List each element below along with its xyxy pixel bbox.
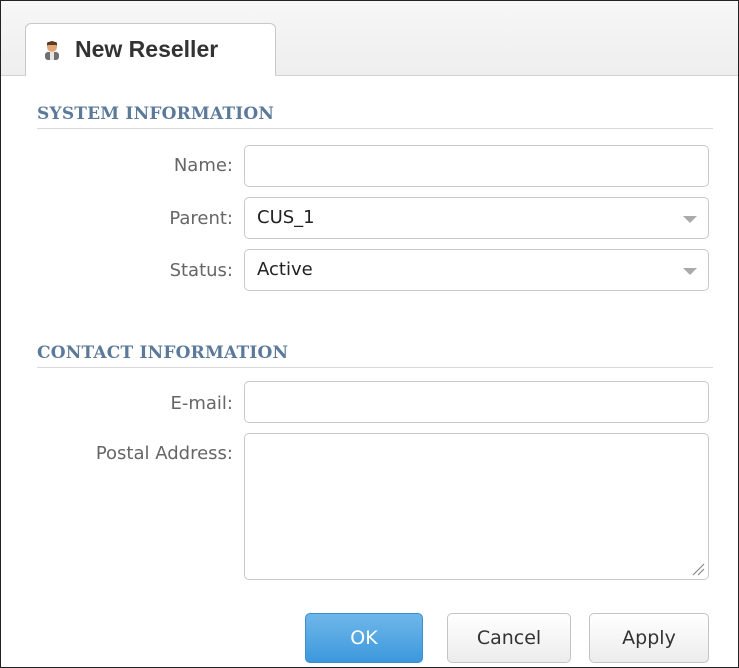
parent-value: CUS_1 <box>257 207 315 228</box>
chevron-down-icon[interactable] <box>683 268 697 275</box>
postal-address-label: Postal Address: <box>95 443 233 464</box>
email-label: E-mail: <box>170 393 234 414</box>
status-value: Active <box>257 259 313 280</box>
ok-button[interactable]: OK <box>305 613 423 663</box>
system-information-heading: SYSTEM INFORMATION <box>37 104 275 124</box>
apply-button[interactable]: Apply <box>589 613 709 663</box>
section-divider <box>37 128 713 129</box>
parent-select[interactable]: CUS_1 <box>244 197 709 239</box>
resize-grip-icon[interactable] <box>691 562 705 576</box>
name-input[interactable] <box>245 146 708 186</box>
name-label: Name: <box>173 155 233 176</box>
parent-label: Parent: <box>169 208 233 229</box>
chevron-down-icon[interactable] <box>683 216 697 223</box>
tab-new-reseller[interactable]: New Reseller <box>25 23 276 75</box>
status-label: Status: <box>169 260 233 281</box>
email-input[interactable] <box>245 382 708 422</box>
email-field[interactable] <box>244 381 709 423</box>
postal-address-textarea[interactable] <box>244 433 709 580</box>
section-divider <box>37 367 713 368</box>
name-field[interactable] <box>244 145 709 187</box>
new-reseller-dialog: New Reseller SYSTEM INFORMATION Name: Pa… <box>0 0 739 668</box>
status-select[interactable]: Active <box>244 249 709 291</box>
tab-title: New Reseller <box>75 36 219 62</box>
tab-strip: New Reseller <box>1 1 738 76</box>
cancel-button[interactable]: Cancel <box>447 613 571 663</box>
contact-information-heading: CONTACT INFORMATION <box>37 343 289 363</box>
user-icon <box>41 39 63 61</box>
